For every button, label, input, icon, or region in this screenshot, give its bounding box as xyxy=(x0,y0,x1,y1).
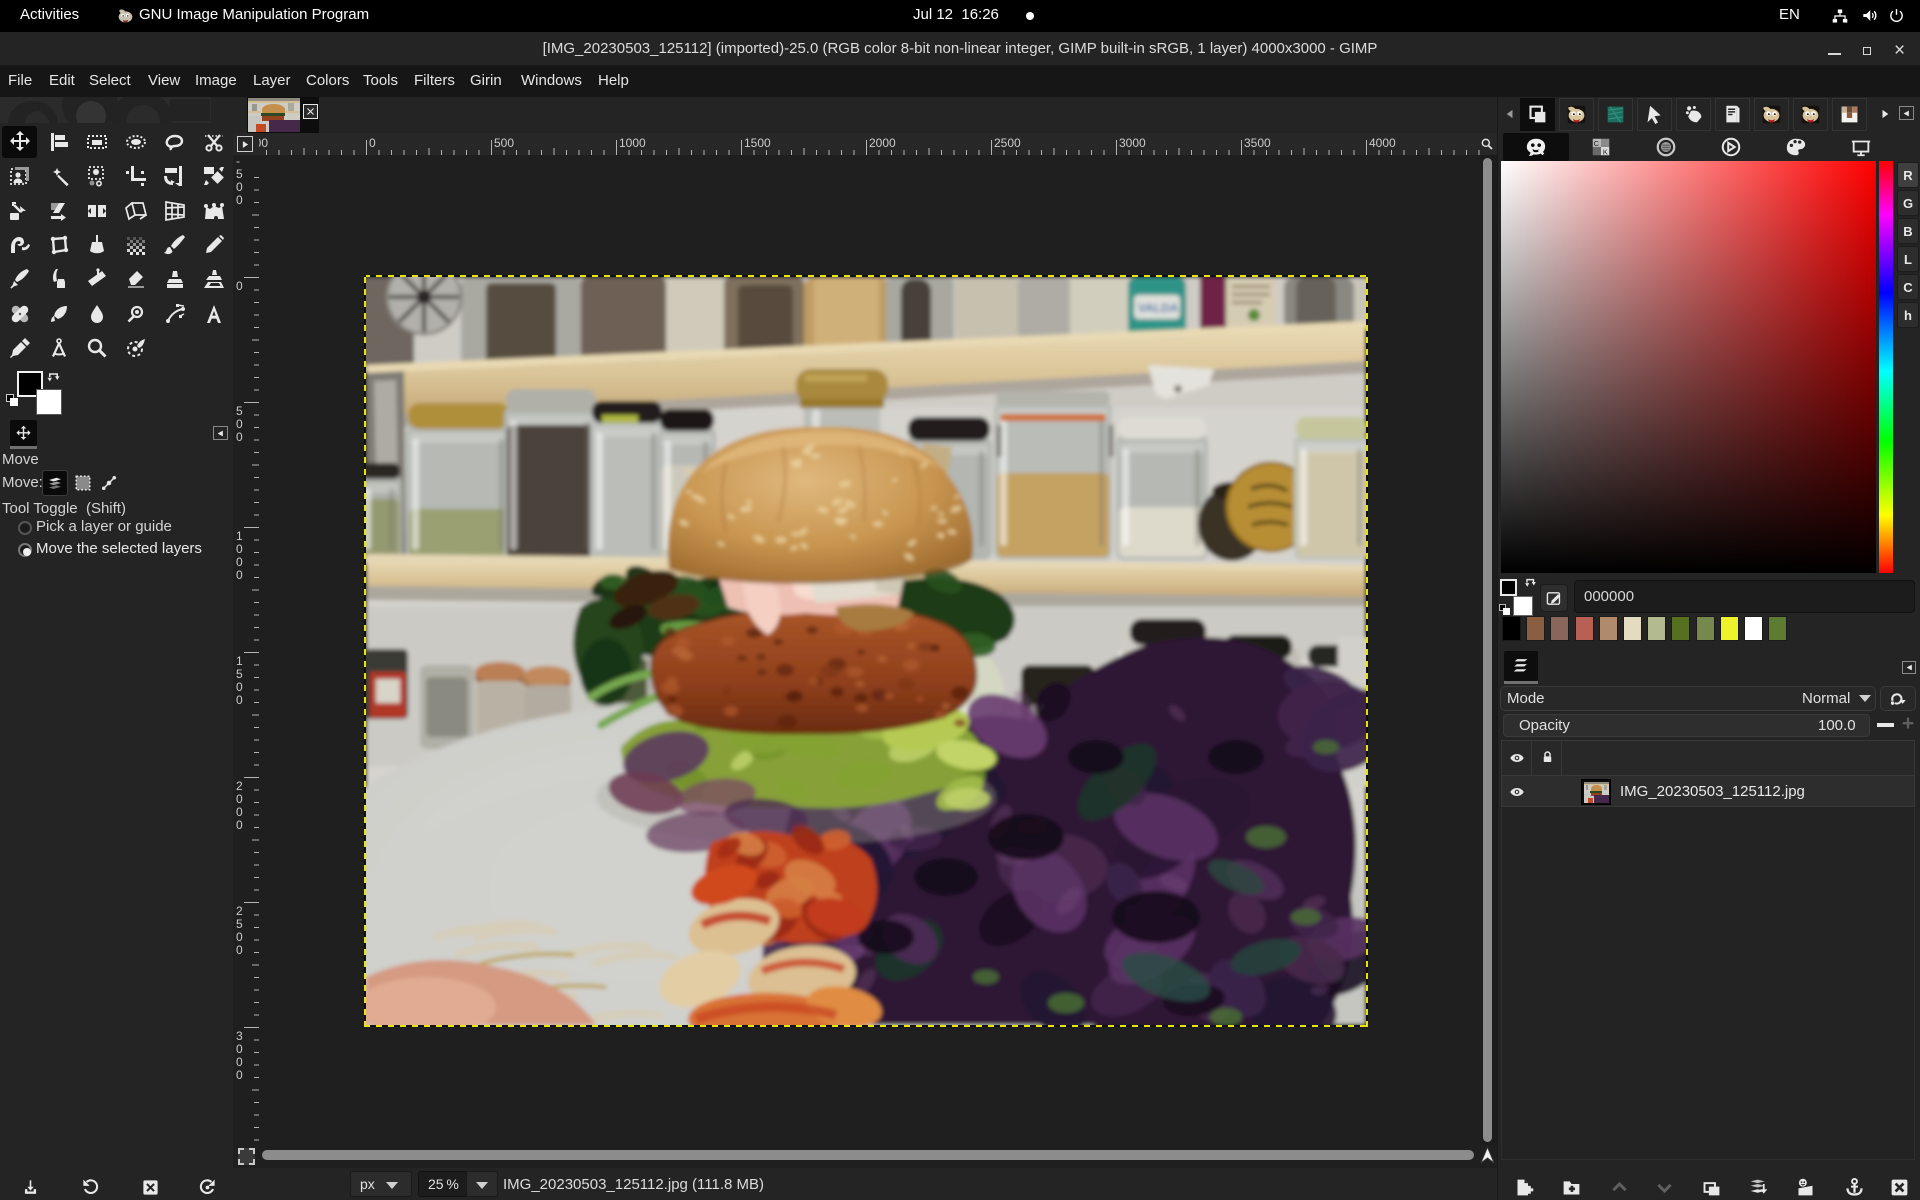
svg-text:0: 0 xyxy=(236,1055,243,1069)
svg-text:3: 3 xyxy=(236,1029,243,1043)
svg-text:500: 500 xyxy=(494,136,514,150)
svg-text:5: 5 xyxy=(236,917,243,931)
svg-text:VALDA: VALDA xyxy=(1138,301,1179,315)
svg-text:5: 5 xyxy=(236,167,243,181)
svg-text:0: 0 xyxy=(236,680,243,694)
svg-text:2000: 2000 xyxy=(869,136,896,150)
svg-text:0: 0 xyxy=(236,417,243,431)
svg-text:0: 0 xyxy=(236,1042,243,1056)
svg-text:0: 0 xyxy=(236,430,243,444)
svg-text:0: 0 xyxy=(236,818,243,832)
svg-text:4000: 4000 xyxy=(1369,136,1396,150)
svg-text:0: 0 xyxy=(236,180,243,194)
svg-text:0: 0 xyxy=(236,805,243,819)
svg-text:0: 0 xyxy=(236,930,243,944)
svg-text:1000: 1000 xyxy=(619,136,646,150)
svg-text:K: K xyxy=(1603,147,1608,156)
svg-text:0: 0 xyxy=(236,193,243,207)
svg-text:0: 0 xyxy=(236,792,243,806)
svg-text:1500: 1500 xyxy=(744,136,771,150)
svg-text:0: 0 xyxy=(236,542,243,556)
svg-text:0: 0 xyxy=(236,279,243,293)
svg-text:3000: 3000 xyxy=(1119,136,1146,150)
svg-text:C: C xyxy=(1594,139,1600,148)
svg-text:0: 0 xyxy=(369,136,376,150)
svg-text:0: 0 xyxy=(236,693,243,707)
svg-text:1: 1 xyxy=(236,654,243,668)
svg-text:0: 0 xyxy=(236,1068,243,1082)
svg-text:2500: 2500 xyxy=(994,136,1021,150)
svg-text:-500: -500 xyxy=(259,136,268,150)
svg-text:3500: 3500 xyxy=(1244,136,1271,150)
svg-text:2: 2 xyxy=(236,904,243,918)
svg-text:5: 5 xyxy=(236,667,243,681)
svg-text:0: 0 xyxy=(236,568,243,582)
svg-text:2: 2 xyxy=(236,779,243,793)
svg-text:0: 0 xyxy=(236,555,243,569)
svg-text:5: 5 xyxy=(236,404,243,418)
svg-text:1: 1 xyxy=(236,529,243,543)
svg-text:0: 0 xyxy=(236,943,243,957)
